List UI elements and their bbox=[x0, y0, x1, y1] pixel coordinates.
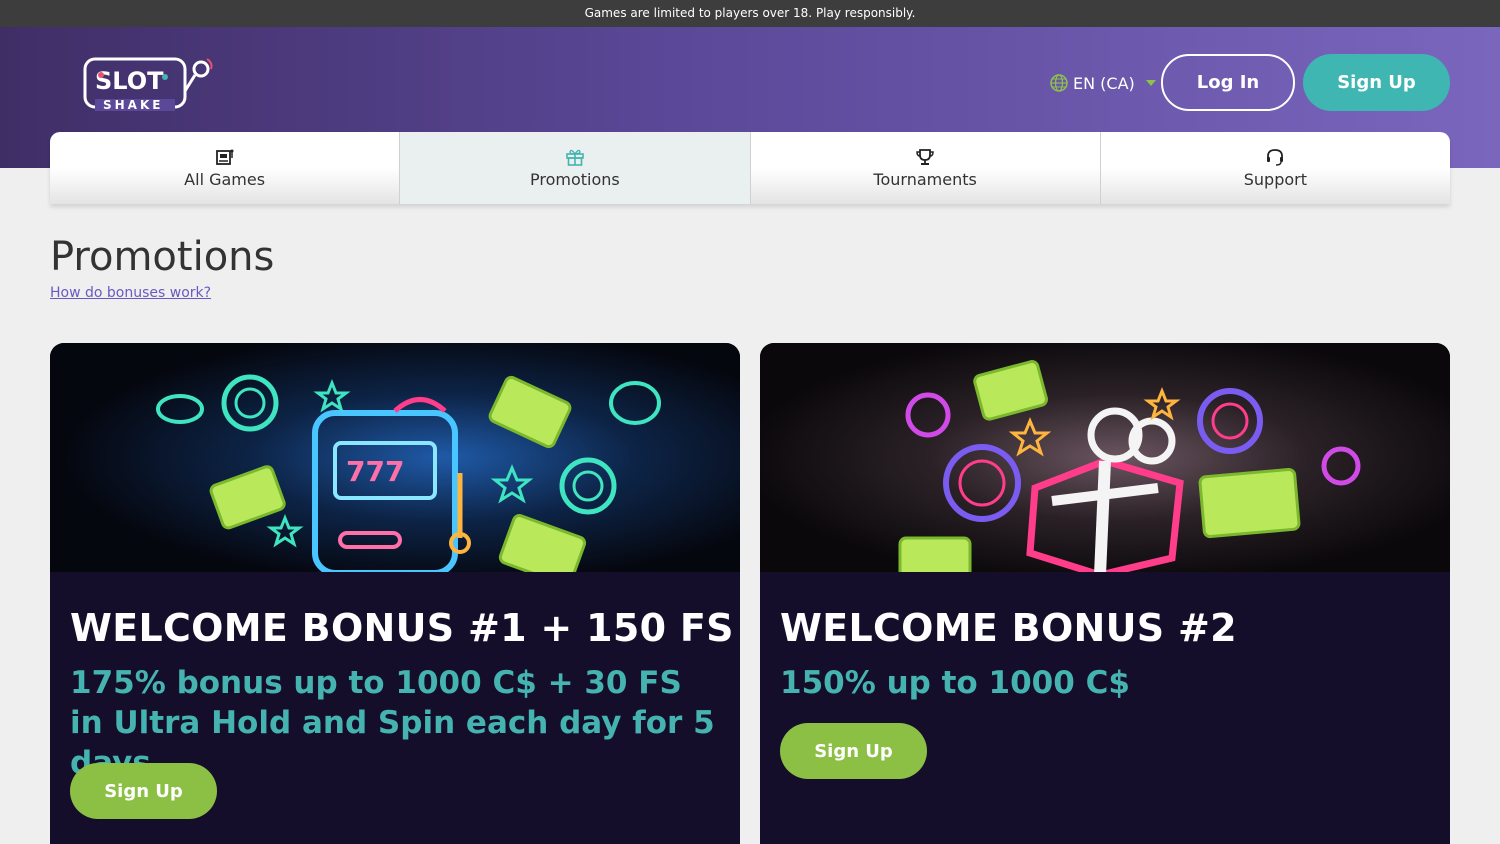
neon-gift-box-image bbox=[760, 343, 1450, 572]
svg-text:777: 777 bbox=[346, 455, 404, 488]
login-button[interactable]: Log In bbox=[1161, 54, 1295, 111]
gift-icon bbox=[566, 149, 584, 166]
globe-icon bbox=[1050, 74, 1068, 92]
svg-text:SLOT: SLOT bbox=[95, 67, 164, 95]
tab-label: Promotions bbox=[530, 169, 620, 189]
promotion-title: WELCOME BONUS #2 bbox=[780, 606, 1237, 650]
age-notice-bar: Games are limited to players over 18. Pl… bbox=[0, 0, 1500, 27]
age-notice-text: Games are limited to players over 18. Pl… bbox=[584, 6, 916, 20]
promotion-signup-button[interactable]: Sign Up bbox=[780, 723, 927, 779]
tab-label: Tournaments bbox=[873, 169, 977, 189]
promotion-signup-button[interactable]: Sign Up bbox=[70, 763, 217, 819]
slotshake-logo[interactable]: SLOT SHAKE bbox=[83, 55, 218, 113]
svg-text:SHAKE: SHAKE bbox=[103, 98, 163, 112]
main-navigation: All Games Promotions Tournaments Support bbox=[50, 132, 1450, 204]
language-selector[interactable]: EN (CA) bbox=[1050, 72, 1156, 94]
tab-support[interactable]: Support bbox=[1101, 132, 1450, 204]
trophy-icon bbox=[916, 148, 934, 165]
language-label: EN (CA) bbox=[1073, 73, 1135, 93]
promotion-card: 777 WELCOME BONUS #1 + 150 FS 175% bonus… bbox=[50, 343, 740, 844]
header-signup-button[interactable]: Sign Up bbox=[1303, 54, 1450, 111]
chevron-down-icon bbox=[1145, 80, 1156, 86]
promotion-description: 150% up to 1000 C$ bbox=[780, 665, 1130, 701]
promotion-title: WELCOME BONUS #1 + 150 FS bbox=[70, 606, 734, 650]
tab-tournaments[interactable]: Tournaments bbox=[751, 132, 1101, 204]
slot-machine-icon bbox=[215, 149, 234, 165]
tab-all-games[interactable]: All Games bbox=[50, 132, 401, 204]
bonus-help-link[interactable]: How do bonuses work? bbox=[50, 285, 211, 301]
page-title: Promotions bbox=[50, 234, 275, 280]
tab-label: Support bbox=[1243, 169, 1307, 189]
promotion-card: WELCOME BONUS #2 150% up to 1000 C$ Sign… bbox=[760, 343, 1450, 844]
tab-label: All Games bbox=[184, 169, 266, 189]
neon-slot-machine-image: 777 bbox=[50, 343, 740, 572]
headset-icon bbox=[1267, 148, 1284, 166]
tab-promotions[interactable]: Promotions bbox=[400, 132, 751, 204]
